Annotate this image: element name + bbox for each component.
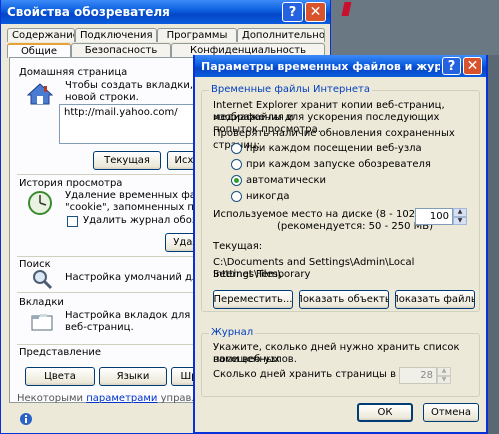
current-location-label: Текущая: <box>213 241 263 252</box>
view-files-button[interactable]: Показать файлы <box>395 290 475 309</box>
move-folder-button[interactable]: Переместить... <box>213 290 293 309</box>
tab-security[interactable]: Безопасность <box>71 43 171 57</box>
cancel-button[interactable]: Отмена <box>423 403 479 422</box>
dialog-title: Параметры временных файлов и журнала <box>201 59 440 73</box>
disk-space-label: Используемое место на диске (8 - 1024 МБ… <box>213 209 448 220</box>
spinner-arrows[interactable]: ▲ ▼ <box>437 367 451 384</box>
radio-every-start[interactable]: при каждом запуске обозревателя <box>231 159 431 170</box>
delete-on-exit-checkbox[interactable] <box>67 216 78 227</box>
separator <box>17 292 197 293</box>
disk-space-spinner[interactable]: 100 ▲ ▼ <box>415 208 467 225</box>
radio-button[interactable] <box>231 143 242 154</box>
spin-down-icon[interactable]: ▼ <box>437 375 451 384</box>
history-days-spinner[interactable]: 28 ▲ ▼ <box>399 367 451 384</box>
history-clock-icon <box>27 190 53 219</box>
radio-button[interactable] <box>231 159 242 170</box>
history-group-label: Журнал <box>209 327 256 338</box>
help-button[interactable]: ? <box>442 57 461 75</box>
info-icon <box>19 412 33 429</box>
current-path-line2: Internet Files\ <box>213 269 282 280</box>
radio-automatic[interactable]: автоматически <box>231 175 326 186</box>
spin-up-icon[interactable]: ▲ <box>437 367 451 376</box>
view-objects-button[interactable]: Показать объекты <box>299 290 389 309</box>
tab-general[interactable]: Общие <box>7 43 71 58</box>
help-button[interactable]: ? <box>282 2 303 22</box>
background-logo-fragment <box>335 0 363 20</box>
radio-label: при каждом посещении веб-узла <box>246 143 422 154</box>
spin-up-icon[interactable]: ▲ <box>453 208 467 217</box>
close-button[interactable]: ✕ <box>305 2 326 22</box>
home-page-desc-line2: новой строки. <box>65 92 139 103</box>
window-title: Свойства обозревателя <box>7 5 170 19</box>
history-days-input[interactable]: 28 <box>399 367 437 384</box>
home-page-heading: Домашняя страница <box>19 67 128 78</box>
temp-files-settings-dialog: Параметры временных файлов и журнала ? ✕… <box>193 55 488 434</box>
appearance-heading: Представление <box>19 347 102 358</box>
internet-options-titlebar[interactable]: Свойства обозревателя ? ✕ <box>1 0 330 24</box>
policy-settings-link[interactable]: параметрами <box>86 393 157 404</box>
radio-never[interactable]: никогда <box>231 191 290 202</box>
spinner-arrows[interactable]: ▲ ▼ <box>453 208 467 225</box>
disk-space-recommendation: (рекомендуется: 50 - 250 МБ) <box>277 221 434 232</box>
tabs-window-icon <box>31 313 53 334</box>
history-heading: История просмотра <box>19 178 123 189</box>
tabs-heading: Вкладки <box>19 297 64 308</box>
spin-down-icon[interactable]: ▼ <box>453 216 467 225</box>
radio-button[interactable] <box>231 191 242 202</box>
separator <box>17 344 197 345</box>
tabs-desc-line2: веб-страниц. <box>65 322 134 333</box>
tab-advanced[interactable]: Дополнительно <box>237 28 325 42</box>
temp-files-group-label: Временные файлы Интернета <box>209 84 372 95</box>
history-desc-line2: вами веб-узлов. <box>213 354 297 365</box>
radio-label: никогда <box>246 191 290 202</box>
radio-every-visit[interactable]: при каждом посещении веб-узла <box>231 143 422 154</box>
ok-button[interactable]: ОК <box>357 403 413 422</box>
tab-strip: Содержание Подключения Программы Дополни… <box>7 28 325 58</box>
radio-label: автоматически <box>246 175 327 186</box>
use-current-button[interactable]: Текущая <box>93 151 161 170</box>
separator <box>17 256 197 257</box>
policy-note-prefix: Некоторыми <box>17 393 84 404</box>
separator <box>17 174 197 175</box>
tab-programs[interactable]: Программы <box>157 28 237 42</box>
background-window-edge <box>488 55 499 434</box>
radio-button[interactable] <box>231 175 242 186</box>
languages-button[interactable]: Языки <box>99 367 167 386</box>
search-icon <box>31 268 53 293</box>
close-button[interactable]: ✕ <box>463 57 482 75</box>
home-icon <box>26 82 54 109</box>
tab-connections[interactable]: Подключения <box>75 28 157 42</box>
colors-button[interactable]: Цвета <box>25 367 95 386</box>
dialog-titlebar[interactable]: Параметры временных файлов и журнала ? ✕ <box>195 55 486 77</box>
tab-content[interactable]: Содержание <box>7 28 75 42</box>
radio-label: при каждом запуске обозревателя <box>246 159 431 170</box>
disk-space-input[interactable]: 100 <box>415 208 453 225</box>
